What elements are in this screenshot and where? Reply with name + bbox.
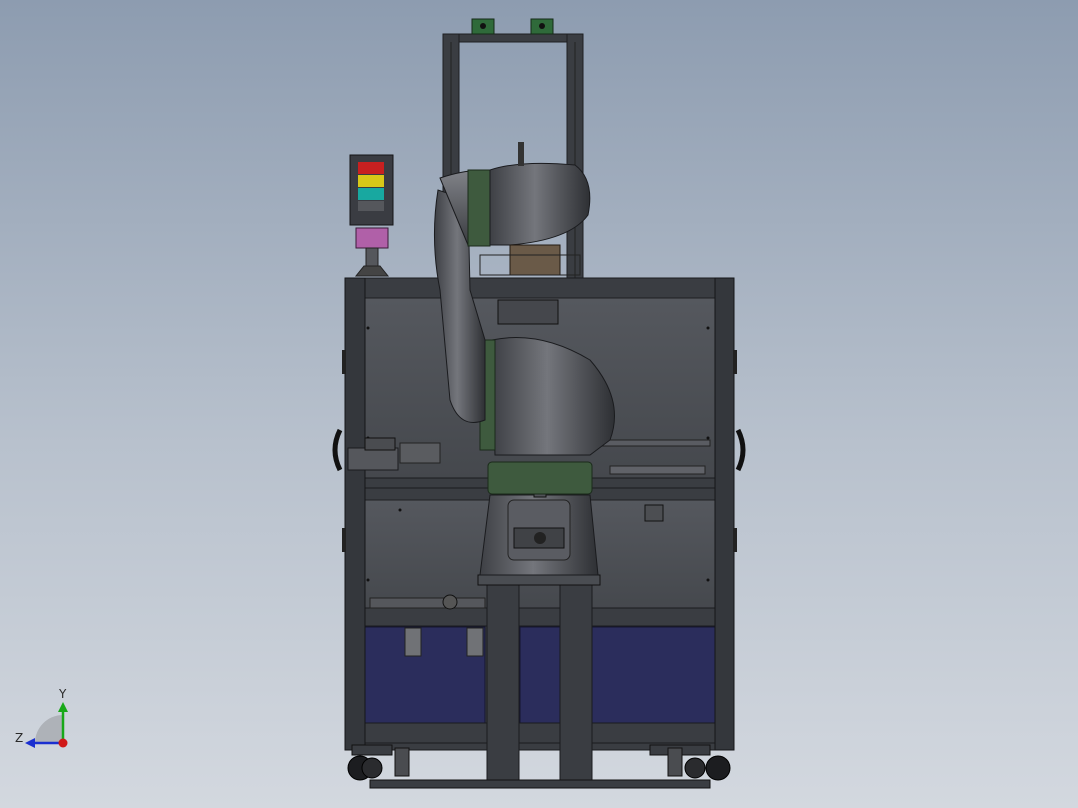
z-axis-label: Z <box>15 731 24 745</box>
triad-plane-icon <box>35 715 63 743</box>
robot-cell-model[interactable] <box>0 0 1078 808</box>
orientation-triad[interactable] <box>25 702 68 748</box>
x-axis-dot <box>58 738 68 748</box>
y-axis-label: Y <box>59 687 67 701</box>
cad-viewport[interactable]: Y Z <box>0 0 1078 808</box>
stack-light <box>349 154 394 277</box>
